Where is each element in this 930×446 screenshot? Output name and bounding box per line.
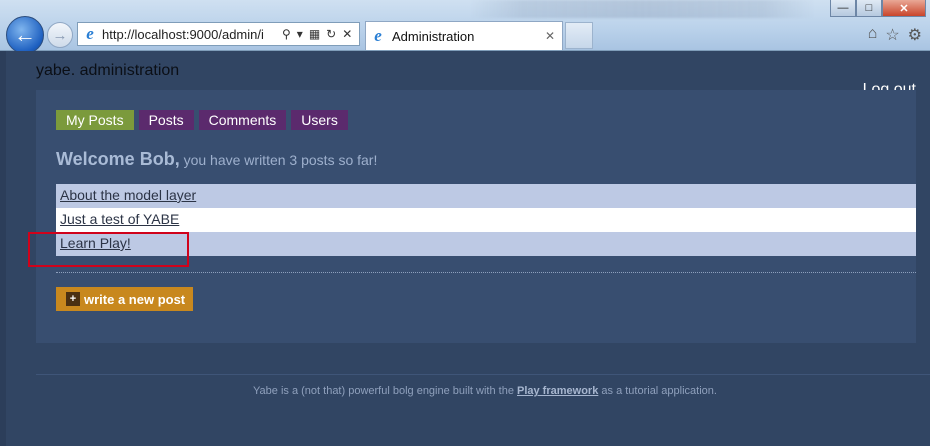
back-arrow-icon: ← bbox=[14, 22, 36, 47]
url-text[interactable]: http://localhost:9000/admin/i bbox=[102, 27, 275, 42]
minimize-button[interactable]: — bbox=[830, 0, 856, 17]
new-tab-button[interactable] bbox=[565, 22, 593, 49]
close-window-button[interactable]: ✕ bbox=[882, 0, 926, 17]
footer-divider bbox=[36, 374, 930, 375]
close-icon: ✕ bbox=[899, 2, 909, 15]
blurred-background-tabs bbox=[470, 0, 815, 18]
tab-title: Administration bbox=[392, 28, 475, 44]
search-icon[interactable]: ⚲ bbox=[282, 27, 291, 41]
maximize-icon: □ bbox=[865, 2, 873, 14]
list-item: Just a test of YABE bbox=[56, 208, 916, 232]
welcome-greeting: Welcome Bob, bbox=[56, 149, 180, 169]
forward-button[interactable]: → bbox=[47, 22, 73, 48]
tab-comments[interactable]: Comments bbox=[198, 110, 287, 130]
write-new-post-label: write a new post bbox=[84, 291, 186, 307]
tab-users[interactable]: Users bbox=[291, 110, 348, 130]
address-bar[interactable]: e http://localhost:9000/admin/i ⚲ ▾ ▦ ↻ … bbox=[77, 22, 360, 46]
welcome-message: Welcome Bob, you have written 3 posts so… bbox=[56, 149, 377, 170]
ie-tab-icon: e bbox=[374, 26, 382, 45]
footer: Yabe is a (not that) powerful bolg engin… bbox=[0, 385, 930, 397]
forward-arrow-icon: → bbox=[52, 26, 68, 44]
play-framework-link[interactable]: Play framework bbox=[517, 385, 598, 397]
write-new-post-button[interactable]: + write a new post bbox=[56, 287, 193, 311]
highlight-annotation bbox=[28, 232, 189, 267]
welcome-post-count: you have written 3 posts so far! bbox=[183, 152, 378, 168]
browser-toolbar: ⌂ ☆ ⚙ bbox=[868, 25, 922, 45]
compatibility-view-icon[interactable]: ▦ bbox=[309, 27, 320, 41]
home-icon[interactable]: ⌂ bbox=[868, 25, 878, 45]
admin-nav-tabs: My Posts Posts Comments Users bbox=[56, 110, 348, 130]
tab-administration[interactable]: e Administration ✕ bbox=[365, 21, 563, 50]
ie-page-icon: e bbox=[86, 24, 94, 43]
tab-my-posts[interactable]: My Posts bbox=[56, 110, 134, 130]
maximize-button[interactable]: □ bbox=[856, 0, 882, 17]
browser-chrome: ← → e http://localhost:9000/admin/i ⚲ ▾ … bbox=[0, 0, 930, 54]
dropdown-icon[interactable]: ▾ bbox=[297, 27, 303, 41]
divider bbox=[56, 272, 916, 273]
footer-suffix: as a tutorial application. bbox=[601, 385, 717, 397]
window-controls: — □ ✕ bbox=[830, 0, 926, 17]
refresh-icon[interactable]: ↻ bbox=[326, 27, 336, 41]
gear-icon[interactable]: ⚙ bbox=[908, 25, 922, 45]
list-item: About the model layer bbox=[56, 184, 916, 208]
post-link[interactable]: About the model layer bbox=[60, 187, 196, 203]
back-button[interactable]: ← bbox=[6, 16, 44, 54]
site-title: yabe. administration bbox=[36, 62, 180, 79]
minimize-icon: — bbox=[837, 2, 849, 14]
footer-prefix: Yabe is a (not that) powerful bolg engin… bbox=[253, 385, 514, 397]
admin-panel: My Posts Posts Comments Users Welcome Bo… bbox=[36, 90, 916, 343]
stop-icon[interactable]: ✕ bbox=[342, 27, 352, 41]
post-link[interactable]: Just a test of YABE bbox=[60, 211, 179, 227]
close-tab-icon[interactable]: ✕ bbox=[545, 29, 555, 43]
plus-icon: + bbox=[66, 292, 80, 306]
tab-posts[interactable]: Posts bbox=[138, 110, 194, 130]
favorites-star-icon[interactable]: ☆ bbox=[885, 25, 899, 45]
